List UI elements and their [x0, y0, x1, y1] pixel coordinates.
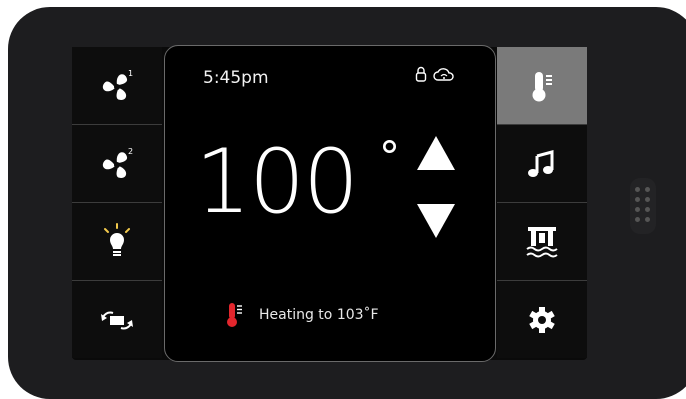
divider: [72, 124, 162, 125]
current-temperature: 100: [195, 130, 359, 233]
music-note-icon: [528, 149, 554, 177]
temperature-button[interactable]: [497, 47, 587, 124]
cloud-wifi-icon: [433, 68, 454, 81]
light-button[interactable]: [72, 203, 162, 280]
heating-status-text: Heating to 103˚F: [259, 307, 379, 323]
main-display: 5:45pm 100 ° Heating to 103˚F: [164, 45, 496, 362]
lock-icon: [415, 66, 427, 82]
music-button[interactable]: [497, 125, 587, 202]
mode-cycle-button[interactable]: [72, 281, 162, 358]
divider: [72, 280, 162, 281]
thermometer-icon: [532, 71, 552, 101]
status-icons: [415, 66, 455, 82]
settings-button[interactable]: [497, 281, 587, 358]
divider: [497, 280, 587, 281]
divider: [72, 202, 162, 203]
lightbulb-icon: [104, 222, 130, 256]
fan-1-icon: 1: [102, 69, 133, 100]
fan-2-badge: 2: [128, 147, 133, 156]
gear-icon: [529, 306, 555, 333]
clock-time: 5:45pm: [203, 68, 269, 88]
heating-thermometer-icon: [227, 303, 242, 327]
heating-status: Heating to 103˚F: [225, 301, 379, 329]
water-feature-button[interactable]: [497, 203, 587, 280]
speaker-grill: [630, 178, 656, 234]
fan-1-button[interactable]: 1: [72, 47, 162, 124]
pool-icon: [526, 226, 558, 257]
temp-down-arrow-icon[interactable]: [415, 202, 457, 240]
degree-symbol: °: [379, 132, 400, 181]
divider: [497, 202, 587, 203]
cycle-arrows-icon: [101, 311, 133, 329]
fan-2-button[interactable]: 2: [72, 125, 162, 202]
fan-2-icon: 2: [102, 147, 133, 178]
divider: [497, 124, 587, 125]
temp-up-arrow-icon[interactable]: [415, 134, 457, 172]
fan-1-badge: 1: [128, 69, 133, 78]
